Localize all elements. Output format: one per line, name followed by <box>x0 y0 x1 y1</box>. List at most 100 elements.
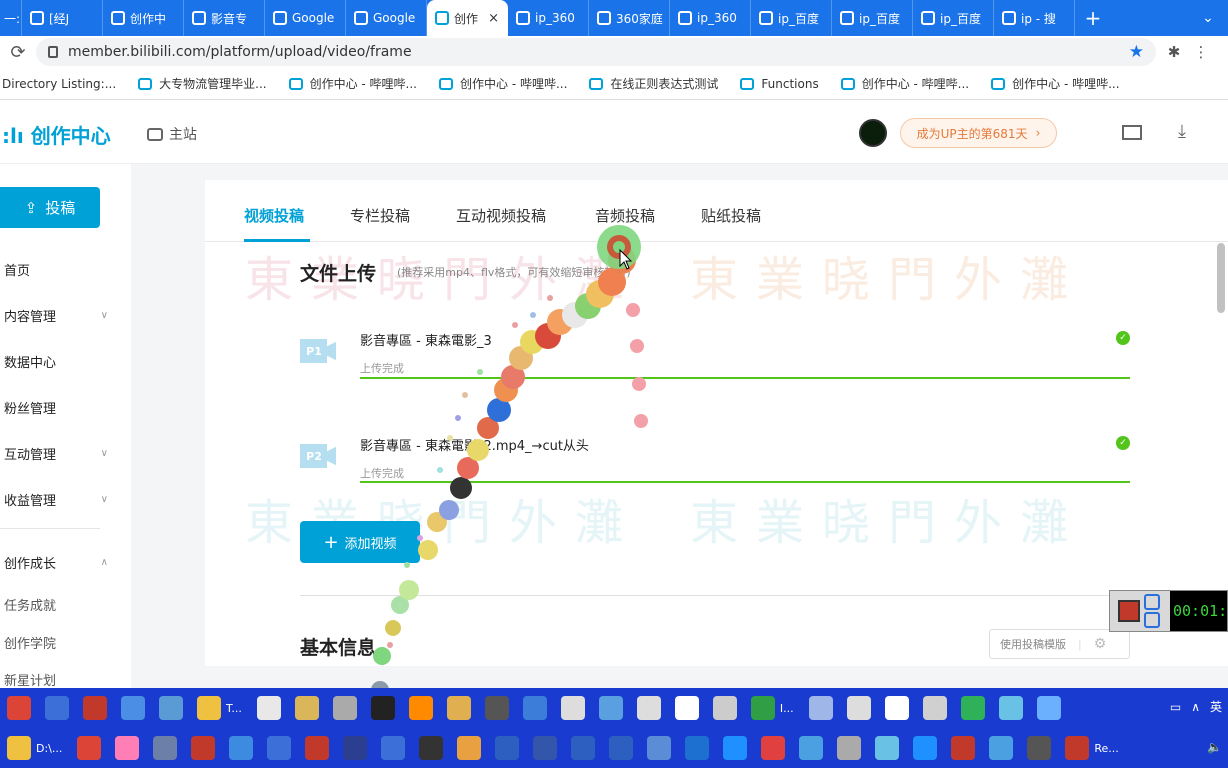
layers-icon[interactable] <box>922 696 947 720</box>
bookmark-item[interactable]: 创作中心 - 哔哩哔... <box>840 75 969 92</box>
pause-icon[interactable] <box>1144 612 1160 628</box>
post-type-tab[interactable]: 音频投稿 <box>595 205 655 226</box>
bookmark-star-icon[interactable]: ★ <box>1129 42 1144 62</box>
7zip-icon[interactable] <box>674 696 699 720</box>
ie2-icon[interactable] <box>913 736 938 760</box>
download-icon[interactable]: ⤓ <box>1178 121 1186 142</box>
laptop-icon[interactable] <box>159 696 183 720</box>
browser-tab[interactable]: [经J <box>22 0 103 36</box>
page-scrollbar[interactable] <box>1217 243 1225 313</box>
bomb-icon[interactable] <box>305 736 330 760</box>
taskbar-label[interactable]: D:\... <box>36 742 62 755</box>
sidebar-item[interactable]: 内容管理 ∨ <box>4 306 108 325</box>
up-days-badge[interactable]: 成为UP主的第681天 › <box>900 118 1057 148</box>
browser-tab[interactable]: 创作 × <box>427 0 508 36</box>
settings-icon[interactable] <box>998 696 1023 720</box>
post-type-tab[interactable]: 专栏投稿 <box>350 205 410 226</box>
pb-icon[interactable] <box>343 736 368 760</box>
chevron-up-icon[interactable]: ∧ <box>1191 700 1200 714</box>
close-tab-icon[interactable]: × <box>488 11 499 26</box>
browser-tab[interactable]: ip_百度 <box>832 0 913 36</box>
bookmark-item[interactable]: 创作中心 - 哔哩哔... <box>288 75 417 92</box>
creator-center-logo[interactable]: :lı 创作中心 <box>2 120 111 149</box>
use-template-button[interactable]: 使用投稿模版 | ⚙ <box>989 629 1130 659</box>
file-name[interactable]: 影音專區 - 東森電影_3 <box>360 330 492 349</box>
eye-icon[interactable] <box>989 736 1014 760</box>
menu-icon[interactable]: ⋮ <box>1192 43 1210 61</box>
bookmark-item[interactable]: 在线正则表达式测试 <box>589 75 718 92</box>
app-icon[interactable] <box>808 696 833 720</box>
figure-icon[interactable] <box>332 696 357 720</box>
document-icon[interactable] <box>256 696 281 720</box>
file-icon[interactable] <box>446 696 471 720</box>
lens-icon[interactable] <box>1027 736 1052 760</box>
reload-icon[interactable]: ⟳ <box>0 42 36 63</box>
gear-icon[interactable]: ⚙ <box>1094 636 1107 652</box>
bookmark-item[interactable]: 大专物流管理毕业... <box>138 75 267 92</box>
ime-indicator[interactable]: 英 <box>1210 698 1222 715</box>
cursor-icon[interactable] <box>571 736 596 760</box>
arrow-icon[interactable] <box>761 736 786 760</box>
bookmark-item[interactable]: Directory Listing:... <box>2 77 116 91</box>
folder-icon[interactable] <box>197 696 221 720</box>
sidebar-item[interactable]: 数据中心 <box>4 352 108 371</box>
browser-tab[interactable]: Google <box>265 0 346 36</box>
exe-icon[interactable] <box>495 736 520 760</box>
triangle3-icon[interactable] <box>846 696 871 720</box>
bug-icon[interactable] <box>1065 736 1090 760</box>
extensions-icon[interactable]: ✱ <box>1156 43 1192 61</box>
sidebar-subitem[interactable]: 创作学院 <box>4 633 56 652</box>
browser-tab[interactable]: ip_360 <box>508 0 589 36</box>
post-type-tab[interactable]: 互动视频投稿 <box>456 205 546 226</box>
notification-icon[interactable]: ▭ <box>1170 700 1181 714</box>
add-video-button[interactable]: + 添加视频 <box>300 521 420 563</box>
runner-icon[interactable] <box>533 736 558 760</box>
browser-tab[interactable]: ip_360 <box>670 0 751 36</box>
explorer-icon[interactable] <box>294 696 319 720</box>
terminal-icon[interactable] <box>419 736 444 760</box>
font-icon[interactable] <box>609 736 634 760</box>
folder-icon[interactable] <box>7 736 31 760</box>
browser-tab[interactable]: 360家庭 <box>589 0 670 36</box>
main-site-link[interactable]: 主站 <box>147 124 197 144</box>
window-icon[interactable] <box>45 696 69 720</box>
sidebar-item[interactable]: 首页 <box>4 260 108 279</box>
game-icon[interactable] <box>951 736 976 760</box>
sidebar-item[interactable]: 粉丝管理 <box>4 398 108 417</box>
stop-record-button[interactable] <box>1118 600 1140 622</box>
browser-tab[interactable]: 影音专 <box>184 0 265 36</box>
bookmark-item[interactable]: 创作中心 - 哔哩哔... <box>991 75 1120 92</box>
paint-icon[interactable] <box>522 696 547 720</box>
sidebar-item[interactable]: 互动管理 ∨ <box>4 444 108 463</box>
chrome-icon[interactable] <box>77 736 102 760</box>
taskbar-label[interactable]: I... <box>780 702 794 715</box>
bookmark-item[interactable]: 创作中心 - 哔哩哔... <box>439 75 567 92</box>
file-name[interactable]: 影音專區 - 東森電影_2.mp4_→cut从头 <box>360 435 589 454</box>
browser-tab[interactable]: ip - 搜 <box>994 0 1075 36</box>
notes-icon[interactable] <box>121 696 145 720</box>
send-icon[interactable] <box>1036 696 1061 720</box>
browser-tab[interactable]: ip_百度 <box>751 0 832 36</box>
pe-icon[interactable] <box>267 736 292 760</box>
vpn-icon[interactable] <box>960 696 985 720</box>
url-text[interactable]: member.bilibili.com/platform/upload/vide… <box>68 44 412 60</box>
window2-icon[interactable] <box>685 736 710 760</box>
globe-icon[interactable] <box>750 696 775 720</box>
film-icon[interactable] <box>484 696 509 720</box>
bilibili-icon[interactable] <box>115 736 140 760</box>
media-icon[interactable] <box>83 696 107 720</box>
grid-icon[interactable] <box>457 736 482 760</box>
post-button[interactable]: ⇪ 投稿 <box>0 187 100 228</box>
k-icon[interactable] <box>229 736 254 760</box>
taskbar-label[interactable]: Re... <box>1094 742 1118 755</box>
browser-tab[interactable]: 创作中 <box>103 0 184 36</box>
bookmark-item[interactable]: Functions <box>740 77 819 91</box>
browser-tab[interactable]: Google <box>346 0 427 36</box>
pe2-icon[interactable] <box>381 736 406 760</box>
record-icon[interactable] <box>370 696 395 720</box>
sidebar-item[interactable]: 创作成长 ∧ <box>4 553 108 572</box>
editor-icon[interactable] <box>712 696 737 720</box>
omnibox[interactable]: member.bilibili.com/platform/upload/vide… <box>36 38 1156 66</box>
monitor-icon[interactable] <box>799 736 824 760</box>
taskbar-label[interactable]: T... <box>226 702 242 715</box>
